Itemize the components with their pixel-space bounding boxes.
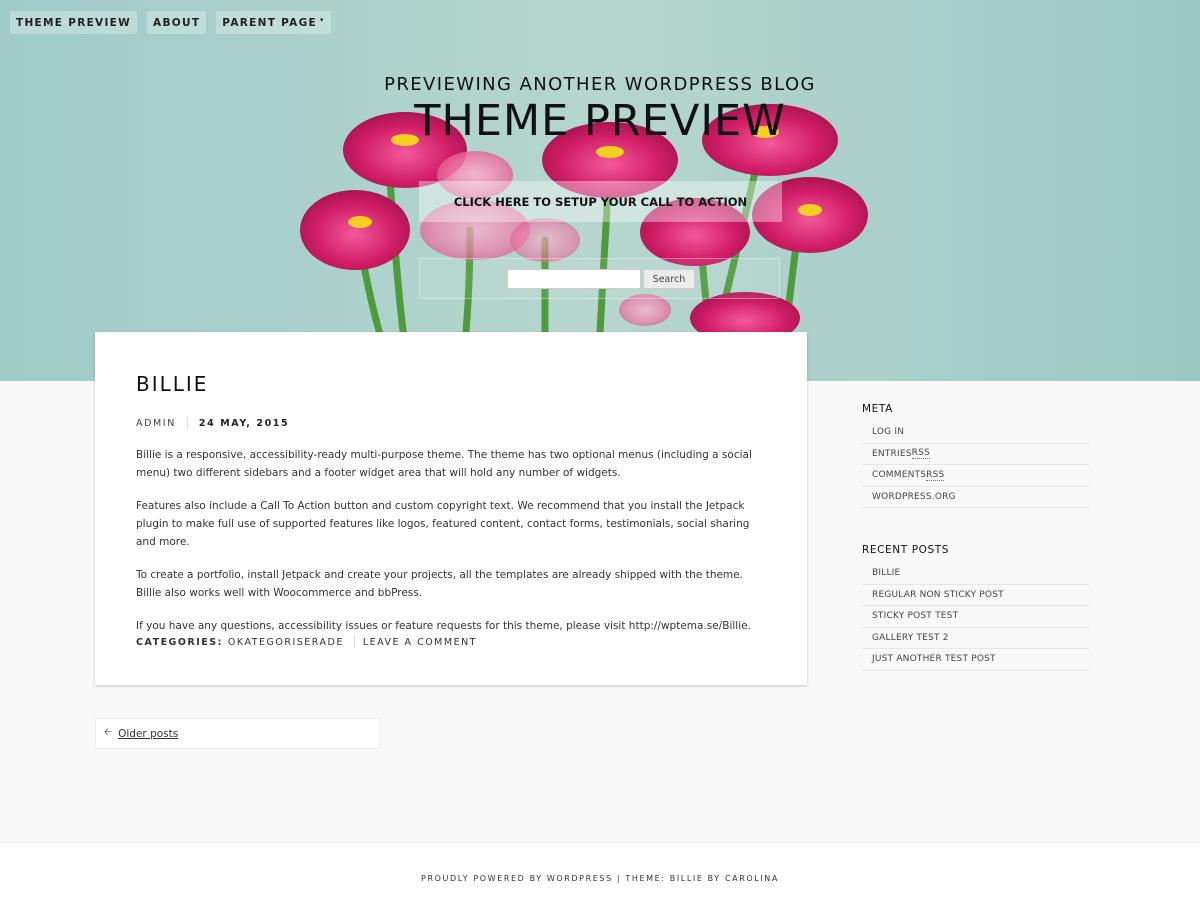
- footer-divider: [353, 636, 355, 648]
- post-paragraph: Billie is a responsive, accessibility-re…: [136, 449, 752, 479]
- nav-item-label: PARENT PAGE: [222, 16, 317, 29]
- meta-item-label: ENTRIES: [872, 448, 912, 459]
- category-link[interactable]: OKATEGORISERADE: [228, 637, 344, 648]
- meta-item-log-in[interactable]: LOG IN: [862, 422, 1089, 444]
- cta-label: CLICK HERE TO SETUP YOUR CALL TO ACTION: [453, 194, 748, 209]
- site-footer: PROUDLY POWERED BY WORDPRESS | THEME: BI…: [0, 842, 1200, 900]
- top-navigation: THEME PREVIEW ABOUT PARENT PAGE ▾: [10, 11, 331, 34]
- recent-post-label: BILLIE: [872, 568, 901, 579]
- post-footer: CATEGORIES: OKATEGORISERADE LEAVE A COMM…: [136, 636, 477, 648]
- recent-post-label: REGULAR NON STICKY POST: [872, 589, 1004, 600]
- arrow-left-icon: 🡠: [104, 727, 113, 738]
- post-date-link[interactable]: 24 MAY, 2015: [199, 418, 289, 429]
- post-content: Billie is a responsive, accessibility-re…: [136, 446, 766, 650]
- post-paragraph: To create a portfolio, install Jetpack a…: [136, 569, 743, 599]
- footer-by: BY: [703, 874, 725, 883]
- site-description: PREVIEWING ANOTHER WORDPRESS BLOG: [384, 74, 816, 95]
- rss-abbr: RSS: [911, 448, 930, 460]
- leave-comment-link[interactable]: LEAVE A COMMENT: [363, 637, 477, 648]
- nav-item-label: ABOUT: [153, 16, 201, 29]
- rss-abbr: RSS: [926, 469, 945, 481]
- older-posts-link[interactable]: 🡠 Older posts: [95, 718, 380, 749]
- call-to-action-button[interactable]: CLICK HERE TO SETUP YOUR CALL TO ACTION: [419, 181, 782, 222]
- meta-widget-list: LOG IN ENTRIES RSS COMMENTS RSS WORDPRES…: [862, 422, 1089, 508]
- post-title[interactable]: BILLIE: [136, 372, 208, 396]
- search-button[interactable]: Search: [643, 269, 695, 289]
- footer-separator: |: [612, 874, 626, 883]
- recent-post-label: GALLERY TEST 2: [872, 632, 949, 643]
- nav-item-parent-page[interactable]: PARENT PAGE ▾: [216, 11, 331, 34]
- recent-post-label: JUST ANOTHER TEST POST: [872, 654, 996, 665]
- meta-item-label: LOG IN: [872, 427, 905, 438]
- theme-author-link[interactable]: CAROLINA: [725, 874, 779, 883]
- search-input[interactable]: [507, 269, 641, 289]
- site-header: THEME PREVIEW ABOUT PARENT PAGE ▾ PREVIEW…: [0, 0, 1200, 381]
- caret-down-icon: ▾: [319, 15, 325, 24]
- meta-item-label: COMMENTS: [872, 470, 927, 481]
- recent-post-item[interactable]: BILLIE: [862, 563, 1089, 585]
- meta-item-wordpress-org[interactable]: WORDPRESS.ORG: [862, 487, 1089, 508]
- recent-post-item[interactable]: STICKY POST TEST: [862, 606, 1089, 628]
- meta-item-entries-rss[interactable]: ENTRIES RSS: [862, 444, 1089, 465]
- theme-name-link[interactable]: BILLIE: [670, 874, 704, 883]
- post-meta: ADMIN 24 MAY, 2015: [136, 417, 289, 429]
- recent-post-item[interactable]: JUST ANOTHER TEST POST: [862, 649, 1089, 671]
- search-form: Search: [419, 258, 780, 299]
- post-paragraph: If you have any questions, accessibility…: [136, 620, 751, 632]
- recent-posts-widget-title: RECENT POSTS: [862, 544, 950, 556]
- recent-post-label: STICKY POST TEST: [872, 611, 959, 622]
- recent-posts-list: BILLIE REGULAR NON STICKY POST STICKY PO…: [862, 563, 1089, 671]
- nav-item-about[interactable]: ABOUT: [147, 11, 207, 34]
- nav-item-label: THEME PREVIEW: [16, 16, 132, 29]
- categories-label: CATEGORIES:: [136, 636, 223, 648]
- post-card: BILLIE ADMIN 24 MAY, 2015 Billie is a re…: [95, 332, 807, 685]
- powered-by-link[interactable]: PROUDLY POWERED BY WORDPRESS: [421, 874, 613, 883]
- post-paragraph: Features also include a Call To Action b…: [136, 500, 750, 548]
- theme-prefix: THEME:: [625, 874, 670, 883]
- recent-post-item[interactable]: REGULAR NON STICKY POST: [862, 585, 1089, 606]
- recent-post-item[interactable]: GALLERY TEST 2: [862, 628, 1089, 649]
- site-title[interactable]: THEME PREVIEW: [0, 96, 1200, 146]
- nav-item-theme-preview[interactable]: THEME PREVIEW: [10, 11, 138, 34]
- meta-item-label: WORDPRESS.ORG: [872, 491, 956, 502]
- meta-item-comments-rss[interactable]: COMMENTS RSS: [862, 465, 1089, 487]
- meta-widget-title: META: [862, 403, 893, 415]
- footer-credits: PROUDLY POWERED BY WORDPRESS | THEME: BI…: [0, 874, 1200, 883]
- post-author-link[interactable]: ADMIN: [136, 418, 176, 429]
- older-posts-label: Older posts: [118, 727, 179, 740]
- meta-divider: [186, 417, 188, 429]
